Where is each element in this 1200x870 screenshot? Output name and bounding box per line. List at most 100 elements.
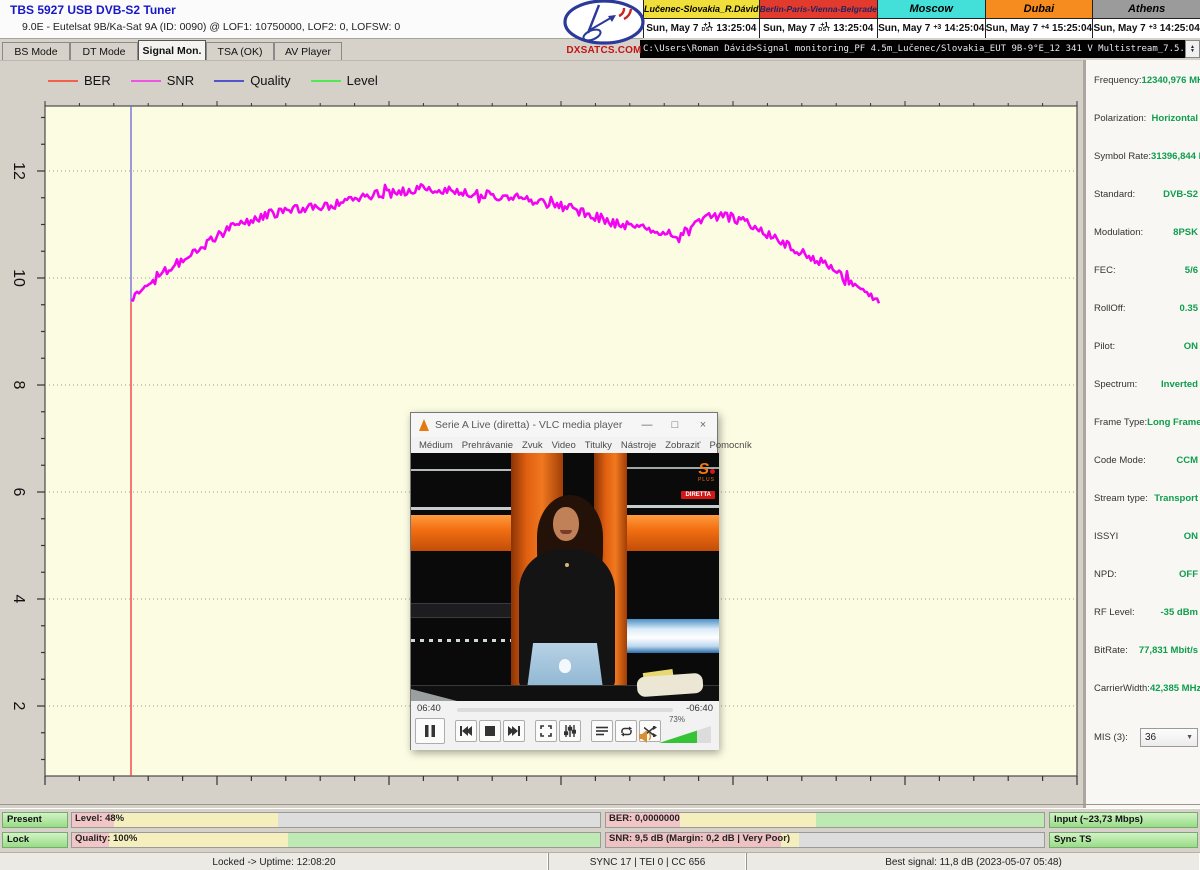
param-label: BitRate:: [1094, 645, 1128, 656]
svg-text:10: 10: [10, 269, 27, 287]
legend-label: Quality: [250, 73, 290, 88]
clock-city: Dubai: [986, 0, 1093, 19]
param-row-standard: Standard:DVB-S2: [1094, 189, 1198, 200]
playlist-button[interactable]: [591, 720, 613, 742]
close-button[interactable]: ×: [689, 419, 717, 431]
legend-line-icon: [214, 80, 244, 82]
param-label: Polarization:: [1094, 113, 1146, 124]
bar-zone: [288, 833, 600, 847]
utc-offset: +3: [933, 25, 941, 30]
param-label: RollOff:: [1094, 303, 1126, 314]
status-row-1: Present Level: 48% BER: 0,0000000 Input …: [0, 812, 1200, 828]
maximize-button[interactable]: □: [661, 419, 689, 431]
vlc-menu-0[interactable]: Médium: [419, 440, 453, 451]
param-row-streamtype: Stream type:Transport: [1094, 493, 1198, 504]
logo-text: DXSATCS.COM: [562, 45, 646, 56]
seek-bar[interactable]: [457, 708, 673, 712]
studio-stripe: [411, 507, 511, 510]
param-label: Frequency:: [1094, 75, 1142, 86]
param-label: Spectrum:: [1094, 379, 1137, 390]
clock-hms: 13:25:04: [833, 23, 873, 34]
world-clock-panel: Lučenec-Slovakia_R.DávidSun, May 7+1DST1…: [643, 0, 1200, 38]
utc-offset: +3: [1149, 25, 1157, 30]
vlc-menu-2[interactable]: Zvuk: [522, 440, 543, 451]
previous-button[interactable]: [455, 720, 477, 742]
bar-zone: [680, 813, 816, 827]
clock-time: Sun, May 7+1DST13:25:04: [644, 19, 759, 38]
param-label: CarrierWidth:: [1094, 683, 1150, 694]
param-row-carrierwidth: CarrierWidth:42,385 MHz: [1094, 683, 1198, 694]
terminal-window[interactable]: C:\Users\Roman Dávid>Signal monitoring_P…: [640, 40, 1185, 58]
vlc-menu-5[interactable]: Nástroje: [621, 440, 656, 451]
app-title: TBS 5927 USB DVB-S2 Tuner: [10, 3, 176, 17]
loop-button[interactable]: [615, 720, 637, 742]
app-window: TBS 5927 USB DVB-S2 Tuner 9.0E - Eutelsa…: [0, 0, 1200, 870]
legend-line-icon: [131, 80, 161, 82]
vlc-titlebar[interactable]: Serie A Live (diretta) - VLC media playe…: [411, 413, 717, 437]
param-value: Inverted: [1161, 379, 1198, 390]
clock-hms: 15:25:04: [1052, 23, 1092, 34]
studio-stripe: [626, 505, 719, 508]
world-clock: Lučenec-Slovakia_R.DávidSun, May 7+1DST1…: [643, 0, 759, 38]
world-clock: AthensSun, May 7+314:25:04: [1092, 0, 1200, 38]
header: TBS 5927 USB DVB-S2 Tuner 9.0E - Eutelsa…: [0, 0, 643, 39]
chart-legend: BER SNR Quality Level: [48, 73, 378, 88]
param-value: 8PSK: [1173, 227, 1198, 238]
tab-bs-mode[interactable]: BS Mode: [2, 42, 70, 60]
param-value: Long Frame: [1147, 417, 1200, 428]
clock-time: Sun, May 7+314:25:04: [1093, 19, 1200, 38]
param-row-frametype: Frame Type:Long Frame: [1094, 417, 1198, 428]
mis-label: MIS (3):: [1094, 732, 1128, 743]
tab-dt-mode[interactable]: DT Mode: [70, 42, 138, 60]
vlc-menu-6[interactable]: Zobraziť: [665, 440, 700, 451]
fullscreen-button[interactable]: [535, 720, 557, 742]
speaker-icon: [639, 730, 653, 743]
clock-time: Sun, May 7+1DST13:25:04: [760, 19, 877, 38]
tab-av-player[interactable]: AV Player: [274, 42, 342, 60]
tab-tsa-ok-[interactable]: TSA (OK): [206, 42, 274, 60]
next-button[interactable]: [503, 720, 525, 742]
param-row-bitrate: BitRate:77,831 Mbit/s: [1094, 645, 1198, 656]
vlc-cone-icon: [419, 419, 429, 431]
vlc-video-frame[interactable]: S PLUS DIRETTA: [411, 453, 719, 701]
terminal-scrollbar[interactable]: ▲ ▼: [1185, 40, 1200, 58]
param-label: ISSYI: [1094, 531, 1118, 542]
minimize-button[interactable]: —: [633, 419, 661, 431]
chevron-down-icon: ▼: [1186, 734, 1193, 741]
world-clock: Berlin-Paris-Vienna-BelgradeSun, May 7+1…: [759, 0, 877, 38]
vlc-menu-4[interactable]: Titulky: [585, 440, 612, 451]
pause-button[interactable]: [415, 718, 445, 744]
legend-item-ber: BER: [48, 73, 111, 88]
legend-item-snr: SNR: [131, 73, 194, 88]
channel-plus-label: PLUS: [661, 477, 715, 483]
volume-percentage: 73%: [669, 715, 685, 724]
tab-signal-mon-[interactable]: Signal Mon.: [138, 40, 206, 60]
vlc-menu-7[interactable]: Pomocník: [710, 440, 752, 451]
mis-select[interactable]: 36 ▼: [1140, 728, 1198, 747]
volume-control[interactable]: 73%: [639, 715, 713, 745]
param-value: ON: [1184, 531, 1198, 542]
vlc-menubar: Médium Prehrávanie Zvuk Video Titulky Nástroj…: [411, 437, 717, 453]
studio-dotted-stripe: [411, 639, 511, 642]
uptime-status: Locked -> Uptime: 12:08:20: [0, 853, 549, 870]
vlc-menu-1[interactable]: Prehrávanie: [462, 440, 513, 451]
vlc-window[interactable]: Serie A Live (diretta) - VLC media playe…: [410, 412, 718, 750]
level-label: Level: 48%: [75, 813, 124, 824]
dxsatcs-logo: DXSATCS.COM: [562, 0, 646, 58]
param-value: Horizontal: [1152, 113, 1198, 124]
param-label: Code Mode:: [1094, 455, 1146, 466]
next-icon: [508, 726, 520, 736]
satellite-dish-icon: [562, 0, 646, 45]
bar-zone: [799, 833, 1044, 847]
quality-bar: [71, 832, 601, 848]
clock-hms: 13:25:04: [716, 23, 756, 34]
volume-slider[interactable]: [659, 726, 711, 743]
param-row-fec: FEC:5/6: [1094, 265, 1198, 276]
scroll-down-icon[interactable]: ▼: [1190, 49, 1195, 54]
stop-button[interactable]: [479, 720, 501, 742]
legend-item-level: Level: [311, 73, 378, 88]
ber-label: BER: 0,0000000: [609, 813, 680, 824]
equalizer-button[interactable]: [559, 720, 581, 742]
param-value: -35 dBm: [1161, 607, 1198, 618]
vlc-menu-3[interactable]: Video: [552, 440, 576, 451]
